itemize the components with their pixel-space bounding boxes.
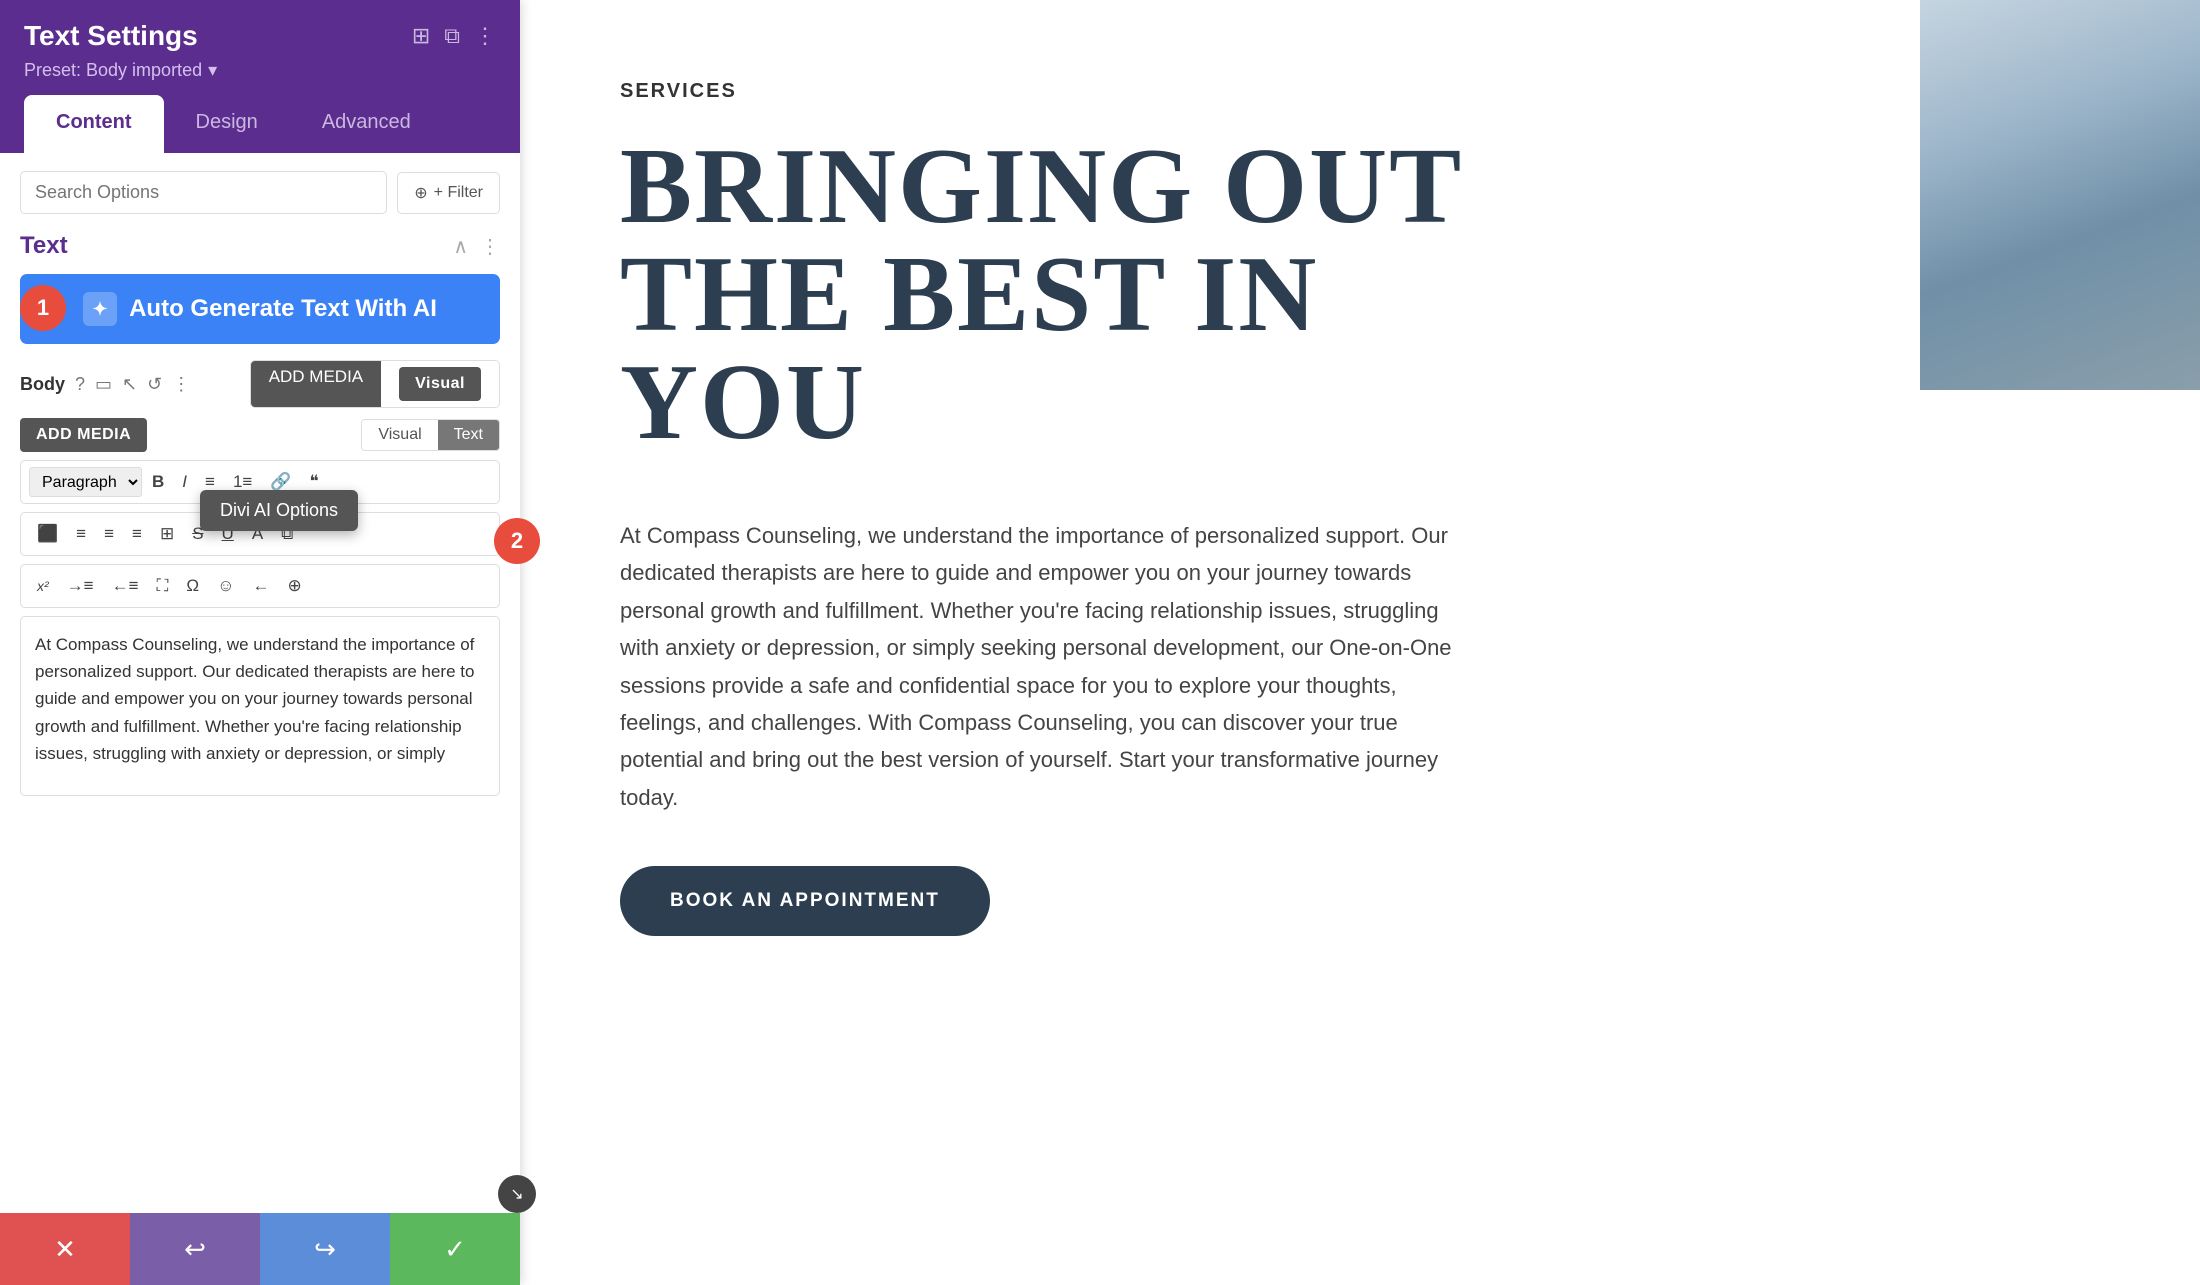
text-section-header: Text ∧ ⋮ xyxy=(20,232,500,260)
filter-button[interactable]: ⊕ + Filter xyxy=(397,172,500,214)
help-icon[interactable]: ? xyxy=(75,374,85,395)
book-appointment-button[interactable]: BOOK AN APPOINTMENT xyxy=(620,866,990,936)
toolbar-more-icon[interactable]: ⋮ xyxy=(172,374,190,395)
save-button[interactable]: ✓ xyxy=(390,1213,520,1285)
search-row: ⊕ + Filter xyxy=(20,171,500,214)
add-media-button[interactable]: ADD MEDIA xyxy=(20,418,147,452)
panel-title: Text Settings xyxy=(24,20,198,52)
services-label: SERVICES xyxy=(620,80,2100,103)
cursor-icon[interactable]: ↖ xyxy=(122,374,137,395)
visual-tab[interactable]: Visual xyxy=(362,420,437,450)
italic-button[interactable]: I xyxy=(174,467,195,497)
editor-text: At Compass Counseling, we understand the… xyxy=(35,635,474,763)
step-badge-2: 2 xyxy=(494,518,540,564)
outdent-button[interactable]: ←≡ xyxy=(104,571,147,601)
heading-line-2: THE BEST IN xyxy=(620,235,1318,354)
divi-ai-tooltip: Divi AI Options xyxy=(200,490,358,531)
text-tab[interactable]: Text xyxy=(438,420,499,450)
panel-tabs: Content Design Advanced xyxy=(24,95,496,153)
panel-header-icons: ⊞ ⧉ ⋮ xyxy=(412,23,496,49)
main-content: SERVICES BRINGING OUT THE BEST IN YOU At… xyxy=(520,0,2200,1285)
columns-icon[interactable]: ⧉ xyxy=(444,23,460,49)
ai-icon: ✦ xyxy=(83,292,117,326)
panel-body: ⊕ + Filter Text ∧ ⋮ ✦ Auto Generate Text… xyxy=(0,153,520,814)
preset-label[interactable]: Preset: Body imported ▾ xyxy=(24,60,496,95)
panel-header: Text Settings ⊞ ⧉ ⋮ Preset: Body importe… xyxy=(0,0,520,153)
corner-image-inner xyxy=(1920,0,2200,390)
collapse-icon[interactable]: ∧ xyxy=(453,234,468,259)
tab-content[interactable]: Content xyxy=(24,95,164,153)
redo-button[interactable]: ↪ xyxy=(260,1213,390,1285)
undo-button[interactable]: ↩ xyxy=(130,1213,260,1285)
ai-toolbar-button[interactable]: ← xyxy=(245,571,278,601)
align-center-button[interactable]: ≡ xyxy=(68,519,94,549)
editor-toolbar-top: Body ? ▭ ↖ ↺ ⋮ ADD MEDIA Visual xyxy=(20,360,500,408)
corner-image xyxy=(1920,0,2200,390)
section-more-icon[interactable]: ⋮ xyxy=(480,234,500,259)
align-right-button[interactable]: ≡ xyxy=(96,519,122,549)
align-left-button[interactable]: ⬛ xyxy=(29,519,66,549)
more-icon[interactable]: ⋮ xyxy=(474,23,496,49)
heading-line-1: BRINGING OUT xyxy=(620,127,1463,246)
bold-button[interactable]: B xyxy=(144,467,172,497)
device-icon[interactable]: ▭ xyxy=(95,374,112,395)
section-controls: ∧ ⋮ xyxy=(453,234,500,259)
main-body-text: At Compass Counseling, we understand the… xyxy=(620,517,1480,816)
tab-visual[interactable]: ADD MEDIA xyxy=(251,361,381,407)
add-media-button[interactable]: Visual xyxy=(399,367,481,401)
tab-visual-label[interactable]: Visual xyxy=(381,361,499,407)
filter-icon: ⊕ xyxy=(414,183,427,203)
main-heading: BRINGING OUT THE BEST IN YOU xyxy=(620,133,2100,457)
subscript-button[interactable]: x² xyxy=(29,571,57,601)
heading-line-3: YOU xyxy=(620,343,866,462)
justify-button[interactable]: ≡ xyxy=(124,519,150,549)
resize-handle[interactable]: ↘ xyxy=(498,1175,536,1213)
history-icon[interactable]: ↺ xyxy=(147,374,162,395)
cancel-button[interactable]: ✕ xyxy=(0,1213,130,1285)
search-input[interactable] xyxy=(20,171,387,214)
visual-text-tabs: ADD MEDIA Visual xyxy=(250,360,500,408)
focus-icon[interactable]: ⊞ xyxy=(412,23,430,49)
body-label: Body xyxy=(20,374,65,395)
paragraph-select[interactable]: Paragraph Heading 1 Heading 2 xyxy=(29,467,142,497)
tab-advanced[interactable]: Advanced xyxy=(290,95,443,153)
fullscreen-button[interactable]: ⛶ xyxy=(149,571,177,601)
section-title: Text xyxy=(20,232,68,260)
ai-generate-button[interactable]: ✦ Auto Generate Text With AI xyxy=(20,274,500,344)
editor-content[interactable]: At Compass Counseling, we understand the… xyxy=(20,616,500,796)
ai-toolbar-2-button[interactable]: ⊕ xyxy=(280,571,310,601)
editor-toolbar-3: x² →≡ ←≡ ⛶ Ω ☺ ← ⊕ xyxy=(20,564,500,608)
settings-panel: Text Settings ⊞ ⧉ ⋮ Preset: Body importe… xyxy=(0,0,520,1285)
omega-button[interactable]: Ω xyxy=(178,571,207,601)
table-button[interactable]: ⊞ xyxy=(152,519,182,549)
bottom-bar: ✕ ↩ ↪ ✓ xyxy=(0,1213,520,1285)
emoji-button[interactable]: ☺ xyxy=(209,571,242,601)
indent-button[interactable]: →≡ xyxy=(59,571,102,601)
tab-design[interactable]: Design xyxy=(164,95,290,153)
step-badge-1: 1 xyxy=(20,285,66,331)
